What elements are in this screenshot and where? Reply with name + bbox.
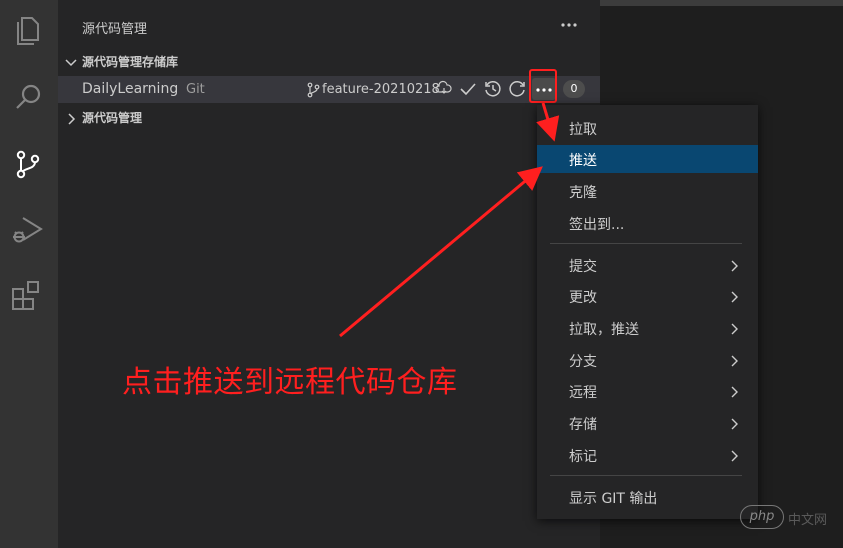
arrow-to-push-item xyxy=(339,166,543,338)
annotation-arrows xyxy=(339,102,560,338)
watermark-text: 中文网 xyxy=(788,513,828,528)
watermark: php 中文网 xyxy=(740,503,840,533)
annotation-text: 点击推送到远程代码仓库 xyxy=(122,365,458,400)
watermark-logo: php xyxy=(740,505,784,529)
arrow-to-more-button xyxy=(536,102,560,142)
